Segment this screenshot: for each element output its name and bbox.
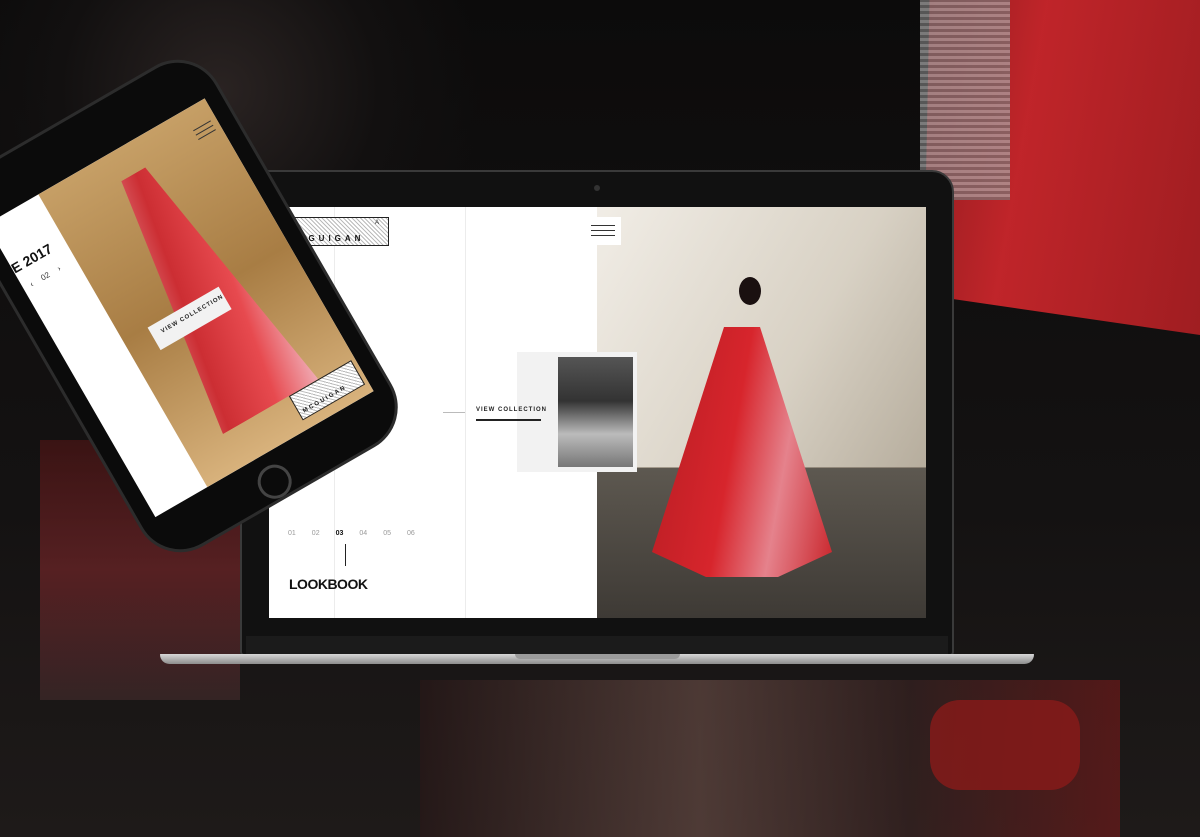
phone-pager-current: 02 [39, 270, 52, 283]
hamburger-menu-icon [591, 225, 615, 226]
pager-item[interactable]: 05 [383, 530, 391, 537]
menu-button[interactable] [585, 217, 621, 245]
section-title: LOOKBOOK [289, 576, 368, 592]
chevron-left-icon[interactable]: ‹ [28, 280, 35, 289]
pager-item-active[interactable]: 03 [336, 530, 344, 537]
pager-item[interactable]: 06 [407, 530, 415, 537]
pager-item[interactable]: 04 [359, 530, 367, 537]
mockup-scene: K A MCGUIGAN VIEW COLLECTION 01 02 03 04 [0, 0, 1200, 837]
laptop-chin [246, 636, 948, 654]
view-collection-connector [443, 412, 465, 413]
pager-indicator-line [345, 544, 346, 566]
pager-item[interactable]: 02 [312, 530, 320, 537]
thumbnail-image [558, 357, 633, 467]
laptop-notch [515, 654, 680, 659]
view-collection-link[interactable]: VIEW COLLECTION [476, 407, 547, 413]
logo-letter: A [374, 220, 382, 226]
hamburger-menu-icon [591, 230, 615, 231]
model-head [739, 277, 761, 305]
hero-photo [597, 207, 926, 618]
pager-item[interactable]: 01 [288, 530, 296, 537]
background-red-boots [930, 700, 1080, 790]
slide-pager: 01 02 03 04 05 06 [288, 530, 415, 537]
view-collection-underline [476, 419, 541, 421]
laptop-camera [594, 185, 600, 191]
grid-line [465, 207, 466, 618]
chevron-right-icon[interactable]: › [56, 264, 63, 273]
logo-letters: K A [288, 220, 382, 226]
hamburger-menu-icon [591, 235, 615, 236]
phone-pager: ‹ 02 › [28, 264, 62, 289]
